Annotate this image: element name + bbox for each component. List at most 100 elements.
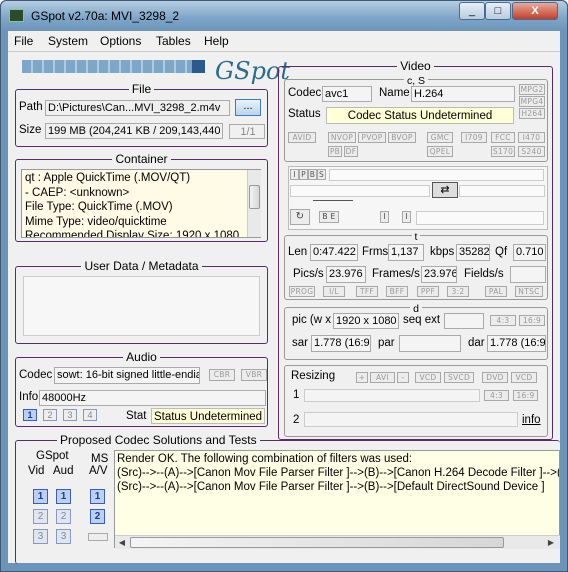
video-status: Codec Status Undetermined (326, 107, 514, 124)
resize-minus-button[interactable]: - (397, 372, 409, 383)
resize-plus-button[interactable]: + (356, 372, 368, 383)
vid-label: Vid (28, 465, 45, 477)
reset-icon[interactable]: ↻ (290, 209, 310, 225)
container-title: Container (112, 152, 171, 166)
page-indicator: 1/1 (229, 124, 265, 139)
menu-help[interactable]: Help (204, 34, 229, 48)
frame-tag-s: S (317, 169, 326, 180)
scroll-thumb[interactable] (249, 185, 260, 209)
audio-stream-4[interactable]: 4 (83, 409, 97, 421)
menu-system[interactable]: System (48, 34, 88, 48)
s240-flag: S240 (518, 146, 545, 157)
resize-vcd-button[interactable]: VCD (415, 372, 441, 383)
browse-button[interactable]: ... (235, 99, 261, 116)
audio-title: Audio (123, 350, 160, 364)
audio-status: Status Undetermined (151, 408, 265, 424)
avid-flag: AVID (288, 132, 316, 143)
bvop-flag: BVOP (388, 132, 416, 143)
gspot-vid-2[interactable]: 2 (33, 509, 48, 524)
ms-av-slot (88, 533, 108, 541)
resize-avi-button[interactable]: AVI (370, 372, 395, 383)
fields-field (510, 266, 546, 283)
mpg2-tag: MPG2 (519, 84, 545, 95)
video-title: Video (397, 59, 434, 73)
ms-av-1[interactable]: 1 (90, 489, 105, 504)
audio-codec-label: Codec (19, 369, 53, 381)
close-button[interactable]: X (512, 2, 558, 20)
ppf-tag: PPF (417, 286, 439, 297)
menu-tables[interactable]: Tables (156, 34, 191, 48)
proposed-group: Proposed Codec Solutions and Tests GSpot… (15, 433, 560, 564)
gspot-aud-1[interactable]: 1 (56, 489, 71, 504)
minimize-button[interactable]: _ (459, 2, 485, 20)
path-field[interactable]: D:\Pictures\Can...MVI_3298_2.m4v (45, 100, 230, 116)
resize-vcd2-button[interactable]: VCD (511, 372, 537, 383)
video-codec-field: avc1 (322, 86, 372, 102)
container-group: Container qt : Apple QuickTime (.MOV/QT)… (15, 152, 268, 242)
gspot-aud-2[interactable]: 2 (56, 509, 71, 524)
log-line: (Src)-->--(A)-->[Canon Mov File Parser F… (117, 481, 545, 493)
audio-stream-2[interactable]: 2 (43, 409, 57, 421)
file-group: File Path D:\Pictures\Can...MVI_3298_2.m… (15, 82, 268, 147)
container-line: File Type: QuickTime (.MOV) (25, 201, 173, 213)
aud-label: Aud (53, 465, 74, 477)
progress-bar (22, 60, 205, 73)
pulldown-tag: 3:2 (447, 286, 469, 297)
dar-field: 1.778 (16:9) (487, 335, 546, 352)
audio-info-label: Info (19, 391, 39, 403)
ar-43-tag: 4:3 (490, 315, 516, 326)
row2-field (304, 412, 518, 427)
frame-i-tag: I (402, 211, 411, 223)
log-scroll-thumb[interactable] (130, 537, 504, 548)
par-label: par (378, 337, 395, 349)
menu-options[interactable]: Options (100, 34, 141, 48)
cbr-tag: CBR (209, 369, 235, 381)
resize-dvd-button[interactable]: DVD (482, 372, 508, 383)
pics-label: Pics/s (293, 268, 324, 280)
info-link[interactable]: info (522, 414, 541, 426)
scroll-left-icon[interactable]: ◀ (115, 538, 129, 547)
audio-group: Audio Codec sowt: 16-bit signed little-e… (15, 350, 268, 427)
gspot-vid-3[interactable]: 3 (33, 529, 48, 544)
scroll-right-icon[interactable]: ▶ (544, 538, 558, 547)
frame-bar-left (290, 185, 430, 197)
menu-bar: File System Options Tables Help (8, 31, 560, 51)
dimension-subgroup: d pic (w x h) 1920 x 1080 seq ext 4:3 16… (284, 303, 548, 360)
h264-tag: H264 (519, 108, 545, 119)
audio-codec-field: sowt: 16-bit signed little-endia (54, 367, 200, 384)
log-scrollbar[interactable]: ◀ ▶ (115, 535, 560, 549)
container-info-text: qt : Apple QuickTime (.MOV/QT) - CAEP: <… (21, 169, 261, 238)
gspot-vid-1[interactable]: 1 (33, 489, 48, 504)
ms-label: MS (91, 453, 109, 465)
audio-stream-1[interactable]: 1 (23, 409, 37, 421)
row1-label: 1 (293, 389, 300, 401)
maximize-button[interactable]: □ (485, 2, 511, 20)
resize-svcd-button[interactable]: SVCD (444, 372, 474, 383)
gmc-flag: GMC (427, 132, 453, 143)
prog-tag: PROG (289, 286, 315, 297)
il-tag: I/L (323, 286, 345, 297)
len-field: 0:47.422 (310, 244, 358, 261)
kbps-field: 35282 (456, 244, 490, 261)
frame-tag-b: B (308, 169, 317, 180)
container-scrollbar[interactable] (247, 170, 261, 237)
be-tag: B E (319, 211, 339, 223)
log-line: Render OK. The following combination of … (117, 453, 413, 465)
len-label: Len (288, 246, 308, 258)
kbps-label: kbps (430, 246, 455, 258)
size-field: 199 MB (204,241 KB / 209,143,440 (45, 123, 223, 139)
video-group: Video c, S Codec avc1 Name H.264 MPG2 MP… (278, 59, 553, 440)
frame-i-tag: I (380, 211, 389, 223)
pal-tag: PAL (485, 286, 507, 297)
container-line: qt : Apple QuickTime (.MOV/QT) (25, 172, 191, 184)
ms-av-2[interactable]: 2 (90, 509, 105, 524)
menu-file[interactable]: File (14, 34, 33, 48)
frame-tag-p: P (299, 169, 308, 180)
frms-field: 1,137 (388, 244, 424, 261)
stat-label: Stat (126, 410, 147, 422)
gspot-aud-3[interactable]: 3 (56, 529, 71, 544)
row2-label: 2 (293, 414, 300, 426)
audio-stream-3[interactable]: 3 (63, 409, 77, 421)
frms-label: Frms (362, 246, 389, 258)
gspot-app-icon (9, 9, 24, 22)
